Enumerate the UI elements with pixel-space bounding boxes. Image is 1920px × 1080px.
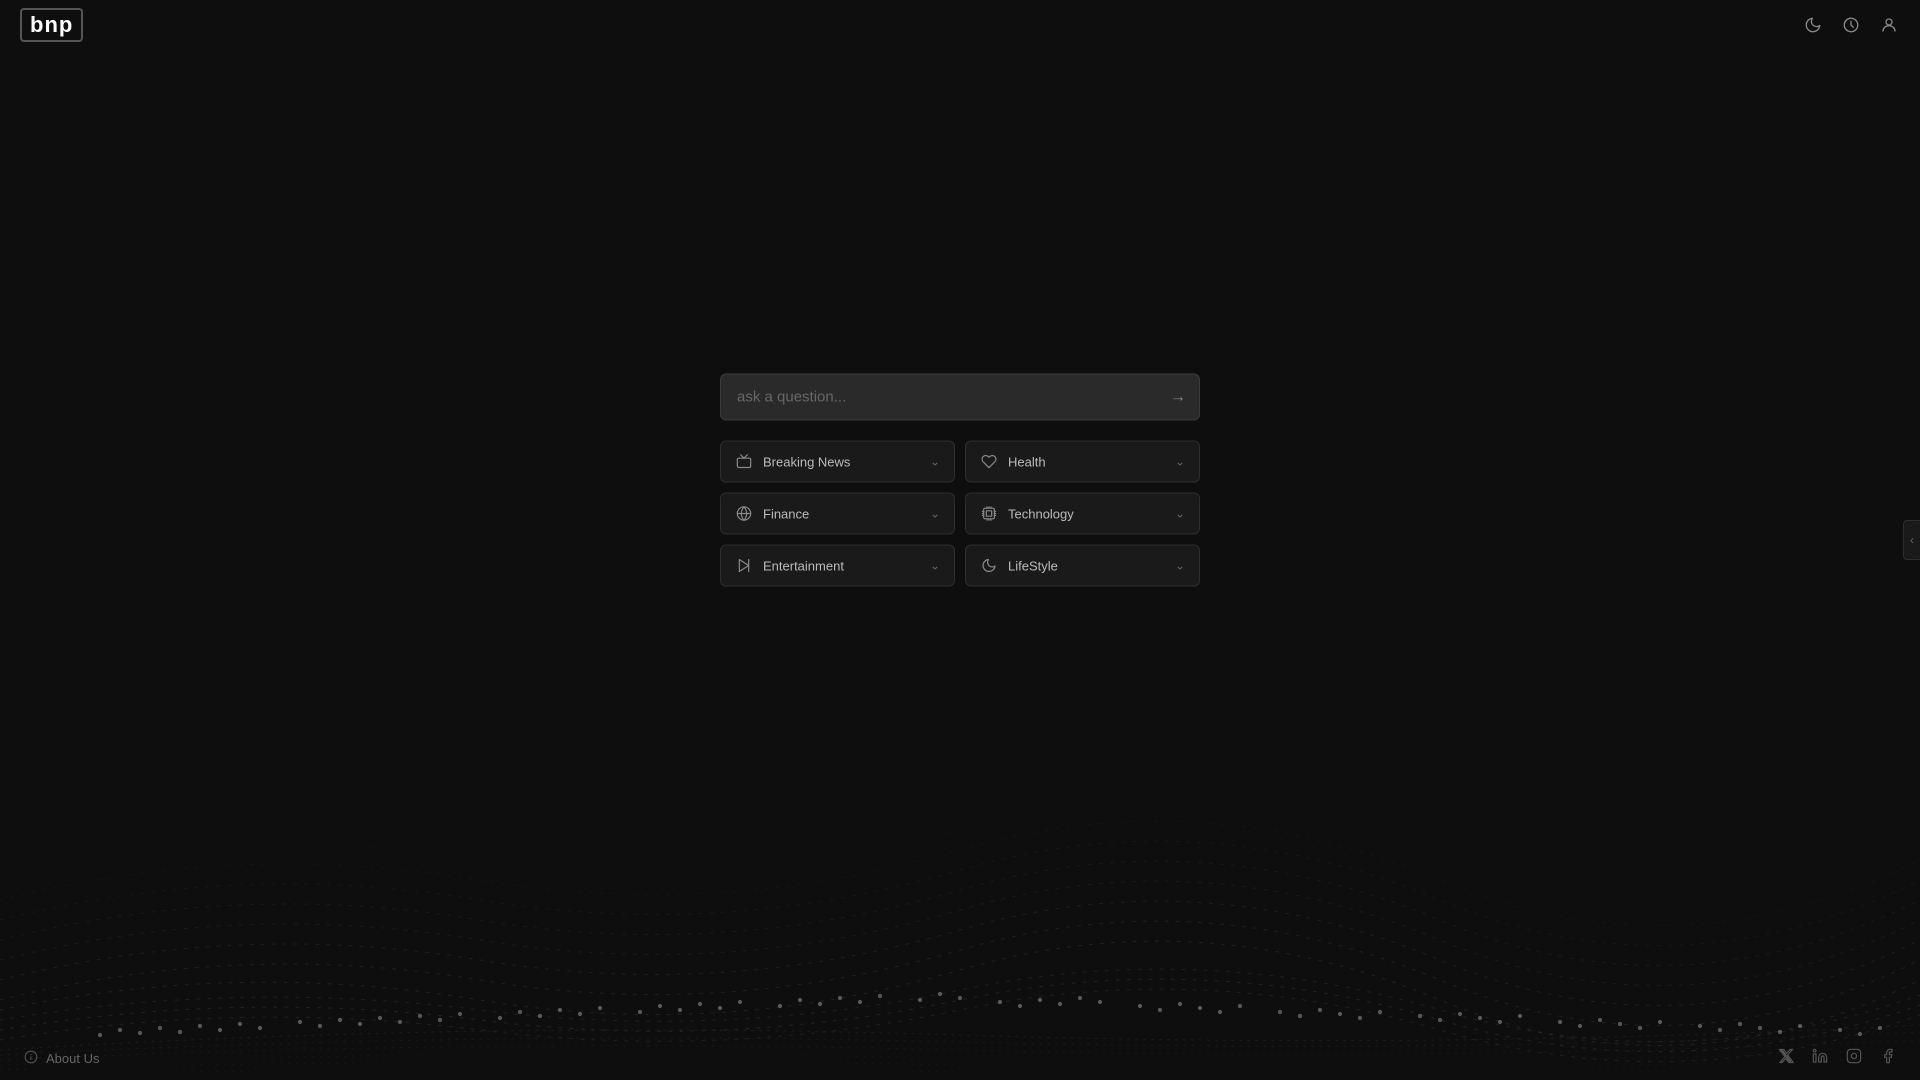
chevron-down-icon: ⌄ — [1175, 559, 1185, 573]
moon-icon[interactable] — [1802, 14, 1824, 36]
right-edge-toggle[interactable]: ‹ — [1903, 520, 1920, 560]
category-entertainment[interactable]: Entertainment ⌄ — [720, 545, 955, 587]
category-health[interactable]: Health ⌄ — [965, 441, 1200, 483]
facebook-icon[interactable] — [1880, 1048, 1896, 1069]
lifestyle-label: LifeStyle — [1008, 558, 1058, 573]
history-icon[interactable] — [1840, 14, 1862, 36]
header: bnp — [0, 0, 1920, 50]
heart-icon — [980, 453, 998, 471]
search-container: → — [720, 374, 1200, 421]
search-input[interactable] — [720, 374, 1200, 421]
logo: bnp — [20, 8, 83, 42]
category-finance[interactable]: Finance ⌄ — [720, 493, 955, 535]
globe-icon — [735, 505, 753, 523]
instagram-icon[interactable] — [1846, 1048, 1862, 1069]
social-icons — [1778, 1048, 1896, 1069]
x-icon[interactable] — [1778, 1048, 1794, 1069]
about-us-label: About Us — [46, 1051, 99, 1066]
category-lifestyle[interactable]: LifeStyle ⌄ — [965, 545, 1200, 587]
entertainment-icon — [735, 557, 753, 575]
footer: About Us — [0, 1036, 1920, 1080]
category-left: Entertainment — [735, 557, 844, 575]
wave-background — [0, 660, 1920, 1080]
entertainment-label: Entertainment — [763, 558, 844, 573]
main-content: → Breaking News ⌄ — [720, 374, 1200, 587]
category-technology[interactable]: Technology ⌄ — [965, 493, 1200, 535]
category-left: Finance — [735, 505, 809, 523]
technology-label: Technology — [1008, 506, 1074, 521]
header-icons — [1802, 14, 1900, 36]
category-left: Breaking News — [735, 453, 850, 471]
category-left: Health — [980, 453, 1046, 471]
tv-icon — [735, 453, 753, 471]
health-label: Health — [1008, 454, 1046, 469]
about-us-link[interactable]: About Us — [24, 1050, 99, 1067]
search-submit-icon[interactable]: → — [1170, 388, 1186, 406]
chevron-down-icon: ⌄ — [930, 559, 940, 573]
lifestyle-icon — [980, 557, 998, 575]
user-icon[interactable] — [1878, 14, 1900, 36]
chevron-down-icon: ⌄ — [930, 507, 940, 521]
category-grid: Breaking News ⌄ Health ⌄ — [720, 441, 1200, 587]
finance-label: Finance — [763, 506, 809, 521]
chevron-down-icon: ⌄ — [930, 455, 940, 469]
chevron-down-icon: ⌄ — [1175, 507, 1185, 521]
category-left: Technology — [980, 505, 1074, 523]
info-icon — [24, 1050, 38, 1067]
category-breaking-news[interactable]: Breaking News ⌄ — [720, 441, 955, 483]
cpu-icon — [980, 505, 998, 523]
logo-text: bnp — [20, 8, 83, 42]
category-left: LifeStyle — [980, 557, 1058, 575]
chevron-down-icon: ⌄ — [1175, 455, 1185, 469]
breaking-news-label: Breaking News — [763, 454, 850, 469]
linkedin-icon[interactable] — [1812, 1048, 1828, 1069]
